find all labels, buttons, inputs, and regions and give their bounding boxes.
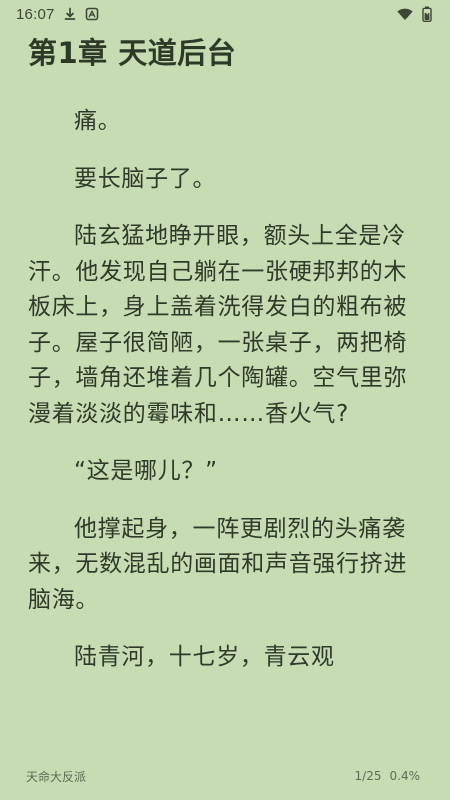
- reader-content[interactable]: 痛。 要长脑子了。 陆玄猛地睁开眼，额头上全是冷汗。他发现自己躺在一张硬邦邦的木…: [28, 104, 424, 756]
- paragraph: “这是哪儿？”: [74, 458, 218, 484]
- progress-percent: 0.4%: [389, 769, 421, 783]
- book-title: 天命大反派: [26, 769, 87, 784]
- status-bar: 16:07: [0, 0, 450, 28]
- status-time: 16:07: [16, 5, 55, 23]
- page-indicator: 1/25: [354, 769, 382, 783]
- paragraph: 痛。: [74, 108, 122, 134]
- app-notification-icon: [85, 7, 99, 21]
- chapter-title: 第1章 天道后台: [28, 36, 237, 70]
- paragraph: 他撑起身，一阵更剧烈的头痛袭来，无数混乱的画面和声音强行挤进脑海。: [28, 515, 408, 613]
- paragraph: 要长脑子了。: [74, 165, 217, 192]
- reader-footer: 天命大反派 1/25 0.4%: [0, 762, 450, 790]
- reading-progress: 1/25 0.4%: [355, 769, 420, 783]
- status-bar-right: [396, 6, 432, 22]
- paragraph: 陆玄猛地睁开眼，额头上全是冷汗。他发现自己躺在一张硬邦邦的木板床上，身上盖着洗得…: [28, 223, 408, 427]
- battery-icon: [422, 6, 432, 22]
- status-bar-left: 16:07: [16, 6, 99, 23]
- paragraph: 陆青河，十七岁，青云观: [74, 644, 335, 670]
- download-icon: [63, 7, 77, 21]
- wifi-icon: [396, 7, 414, 21]
